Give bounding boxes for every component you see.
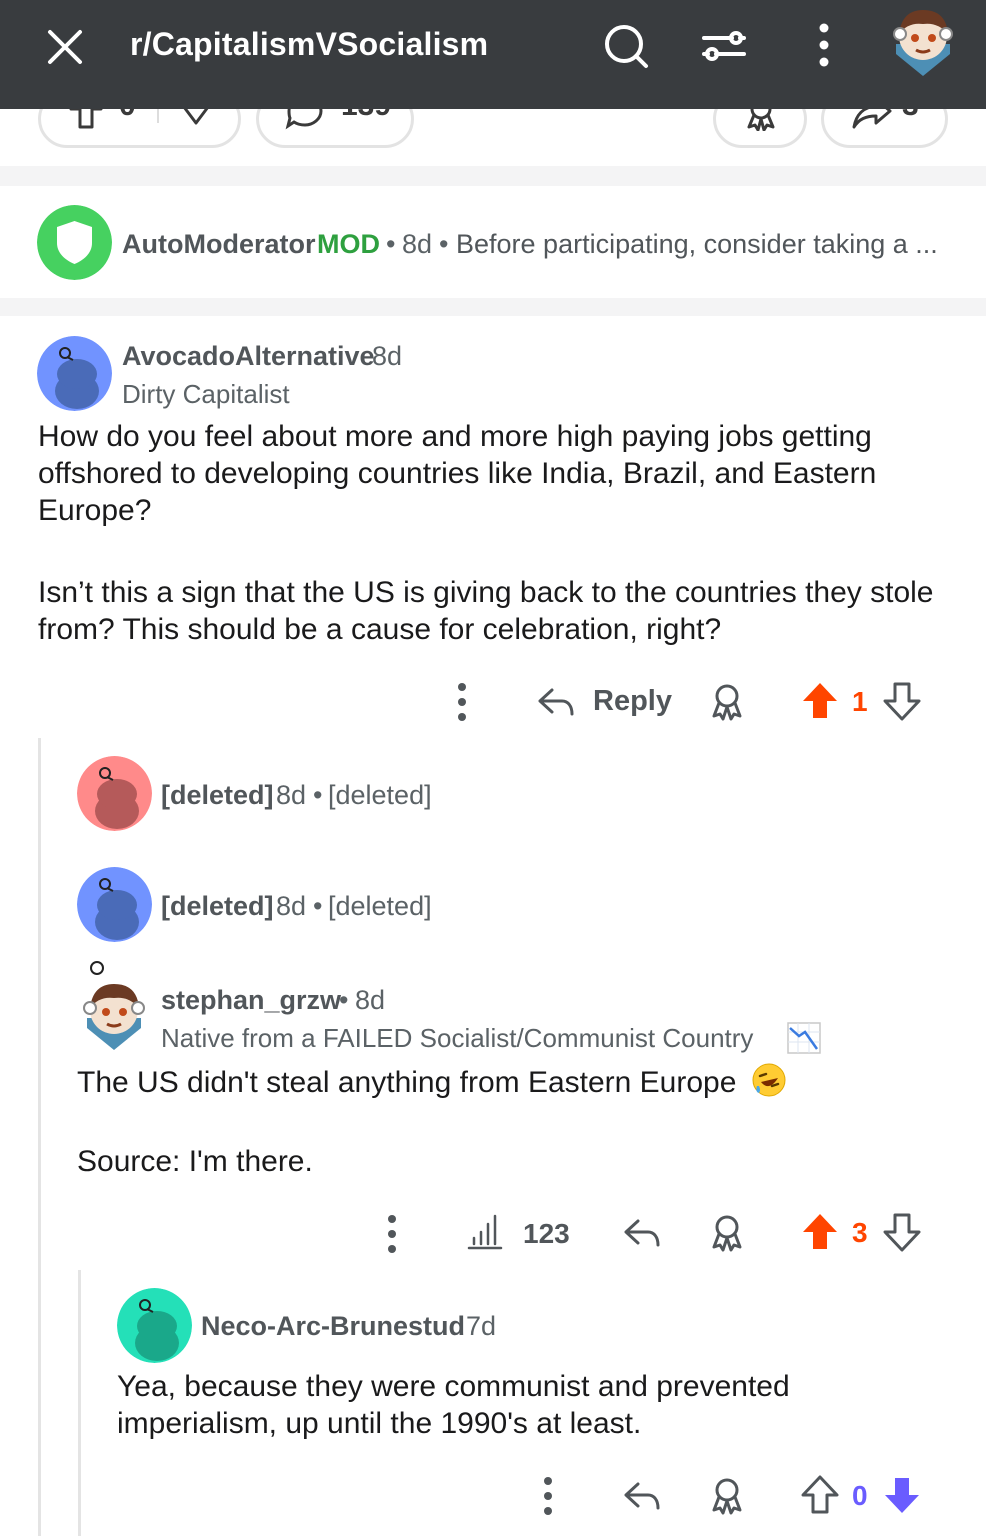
neco-arc-avatar[interactable] — [117, 1288, 192, 1363]
stephan-avatar[interactable] — [77, 960, 152, 1052]
separator-dot: • — [313, 891, 323, 921]
comment-time: 8d — [276, 891, 307, 921]
separator-dot: • — [339, 985, 349, 1015]
comment-body-collapsed: [deleted] — [328, 891, 432, 921]
upvote-icon[interactable] — [800, 1474, 840, 1516]
award-icon[interactable] — [707, 682, 747, 722]
comment-username: [deleted] — [161, 780, 274, 810]
separator-dot: • — [386, 229, 396, 259]
comment-body-paragraph: Isn’t this a sign that the US is giving … — [38, 576, 934, 646]
views-count: 123 — [523, 1218, 570, 1249]
downvote-icon[interactable] — [882, 1211, 922, 1253]
deleted-user-avatar — [77, 756, 152, 831]
comment-body-paragraph: How do you feel about more and more high… — [38, 420, 877, 527]
comment-score: 1 — [852, 686, 868, 717]
comment-username: [deleted] — [161, 891, 274, 921]
comment-time: 8d — [276, 780, 307, 810]
comment-score: 3 — [852, 1217, 868, 1248]
deleted-user-avatar — [77, 867, 152, 942]
more-options-icon[interactable] — [444, 682, 480, 722]
thread-line[interactable] — [78, 1270, 81, 1536]
filter-icon[interactable] — [696, 18, 752, 74]
subreddit-title[interactable]: r/CapitalismVSocialism — [130, 26, 488, 63]
user-avatar[interactable] — [888, 4, 958, 78]
user-flair: Dirty Capitalist — [122, 379, 290, 409]
section-divider — [0, 166, 986, 186]
mod-badge: MOD — [317, 229, 380, 259]
close-icon[interactable] — [40, 22, 90, 72]
award-icon[interactable] — [707, 1476, 747, 1516]
avocado-avatar[interactable] — [37, 336, 112, 411]
top-app-bar: r/CapitalismVSocialism — [0, 0, 986, 109]
downvote-active-icon[interactable] — [882, 1474, 922, 1516]
upvote-active-icon[interactable] — [800, 1211, 840, 1253]
rofl-emoji — [752, 1063, 786, 1097]
comment-body-paragraph: Source: I'm there. — [77, 1145, 313, 1178]
automod-time: 8d — [402, 229, 433, 259]
more-options-icon[interactable] — [374, 1214, 410, 1254]
comment-body-collapsed: [deleted] — [328, 780, 432, 810]
award-icon[interactable] — [707, 1213, 747, 1253]
comment-time: 8d — [355, 985, 386, 1015]
upvote-active-icon[interactable] — [800, 680, 840, 722]
more-options-icon[interactable] — [530, 1476, 566, 1516]
downvote-icon[interactable] — [882, 680, 922, 722]
reply-icon[interactable] — [536, 684, 576, 720]
user-flair: Native from a FAILED Socialist/Communist… — [161, 1023, 754, 1053]
comment-username[interactable]: stephan_grzw — [161, 985, 341, 1016]
automod-username[interactable]: AutoModerator — [122, 229, 315, 260]
comment-body-paragraph: The US didn't steal anything from Easter… — [77, 1062, 957, 1101]
comment-time: 7d — [466, 1311, 497, 1341]
comment-score: 0 — [852, 1480, 868, 1511]
separator-dot: • — [313, 780, 323, 810]
chart-decreasing-emoji — [787, 1022, 821, 1054]
section-divider — [0, 298, 986, 316]
comment-body-paragraph: Yea, because they were communist and pre… — [117, 1370, 790, 1440]
thread-line[interactable] — [38, 738, 41, 1536]
search-icon[interactable] — [598, 18, 654, 74]
comment-username[interactable]: AvocadoAlternative — [122, 341, 375, 372]
reply-button[interactable]: Reply — [593, 685, 672, 718]
separator-dot: • — [439, 229, 449, 259]
automod-preview[interactable]: Before participating, consider taking a … — [456, 229, 938, 260]
comment-username[interactable]: Neco-Arc-Brunestud — [201, 1311, 465, 1342]
reply-icon[interactable] — [622, 1478, 662, 1514]
automoderator-avatar[interactable] — [37, 205, 112, 280]
views-icon[interactable] — [466, 1214, 504, 1250]
comment-time: 8d — [372, 341, 403, 371]
more-options-icon[interactable] — [796, 18, 852, 74]
comment-body-text: The US didn't steal anything from Easter… — [77, 1066, 737, 1099]
reply-icon[interactable] — [622, 1215, 662, 1251]
